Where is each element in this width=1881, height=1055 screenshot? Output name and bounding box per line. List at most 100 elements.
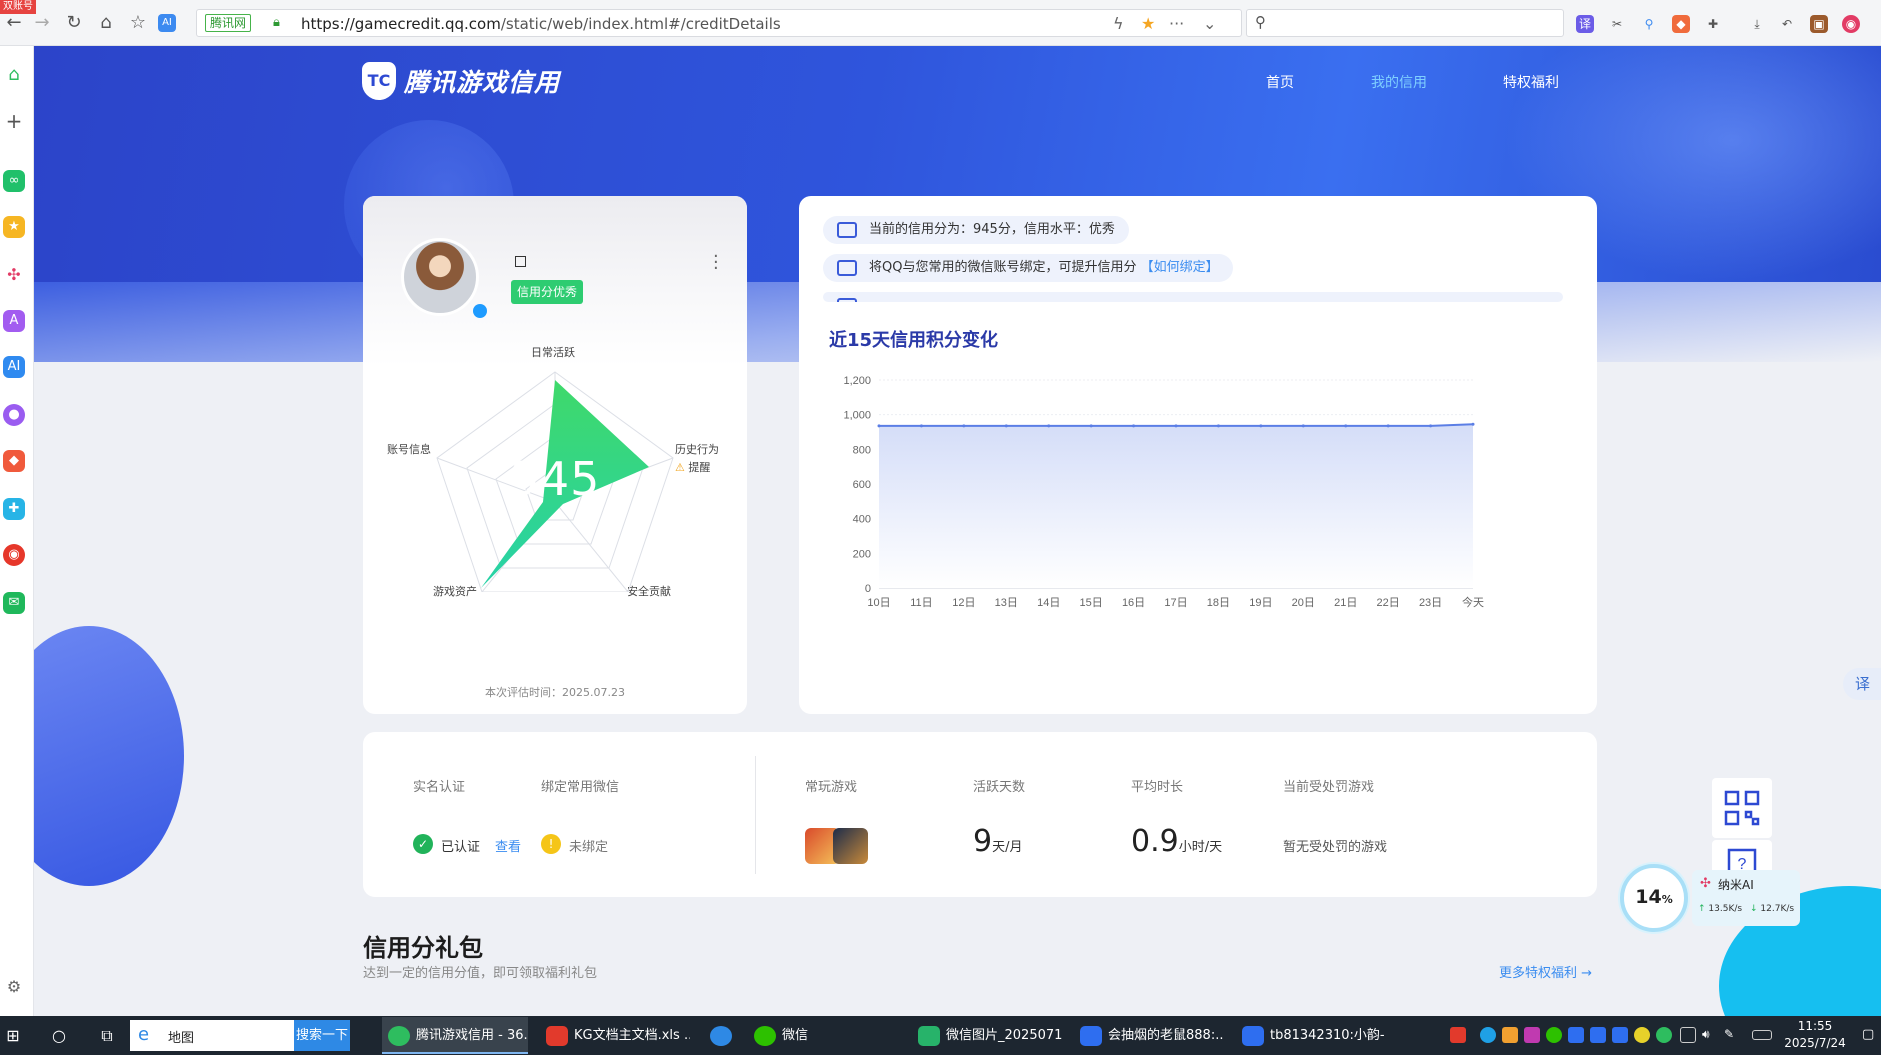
- taskbar-app-search[interactable]: [704, 1017, 738, 1054]
- url-text[interactable]: https://gamecredit.qq.com/static/web/ind…: [301, 15, 781, 33]
- how-to-bind-link[interactable]: 【如何绑定】: [1141, 260, 1219, 275]
- sidebar-mail-icon[interactable]: ✉: [3, 592, 25, 614]
- profile-ext-icon[interactable]: ◉: [1842, 15, 1860, 33]
- tray-pen-icon[interactable]: ✎: [1724, 1027, 1740, 1043]
- tray-shield-icon[interactable]: [1612, 1027, 1628, 1043]
- avatar[interactable]: [401, 238, 479, 316]
- tray-app-icon[interactable]: [1634, 1027, 1650, 1043]
- chart-data-point[interactable]: [877, 424, 881, 428]
- tray-qianniu-icon[interactable]: [1568, 1027, 1584, 1043]
- nav-my-credit[interactable]: 我的信用: [1371, 72, 1427, 92]
- task-view-icon[interactable]: ⧉: [96, 1025, 118, 1047]
- taskbar-app-wechat[interactable]: 微信: [748, 1017, 828, 1054]
- game-ext-icon[interactable]: ◆: [1672, 15, 1690, 33]
- translate-ext-icon[interactable]: 译: [1576, 15, 1594, 33]
- tray-qianniu-icon[interactable]: [1590, 1027, 1606, 1043]
- puzzle-icon[interactable]: ✚: [1704, 15, 1722, 33]
- chart-data-point[interactable]: [1089, 424, 1093, 428]
- scissors-icon[interactable]: ✂: [1608, 15, 1626, 33]
- taskbar-app-qianniu-2[interactable]: tb81342310:小韵-...: [1236, 1017, 1386, 1054]
- lightning-icon[interactable]: ϟ: [1113, 14, 1124, 33]
- chart-data-point[interactable]: [1386, 424, 1390, 428]
- chart-x-tick: 今天: [1462, 595, 1484, 609]
- chart-data-point[interactable]: [919, 424, 923, 428]
- taskbar-app-wps[interactable]: KG文档主文档.xls ...: [540, 1017, 690, 1054]
- back-icon[interactable]: ←: [2, 11, 26, 35]
- sidebar-home-icon[interactable]: ⌂: [3, 64, 25, 86]
- favorites-icon[interactable]: ☆: [126, 11, 150, 35]
- more-options-icon[interactable]: · · ·: [713, 248, 719, 278]
- forward-icon[interactable]: →: [30, 11, 54, 35]
- nav-home[interactable]: 首页: [1266, 72, 1294, 92]
- more-privileges-link[interactable]: 更多特权福利 →: [1499, 962, 1592, 981]
- cortana-icon[interactable]: ○: [48, 1025, 70, 1047]
- chart-x-tick: 12日: [952, 597, 975, 609]
- notice-text: 当前的信用分为：945分，信用水平：优秀: [869, 222, 1115, 237]
- download-icon[interactable]: ⤓: [1748, 15, 1766, 33]
- tray-keyboard-icon[interactable]: [1752, 1030, 1772, 1040]
- taskbar-clock[interactable]: 11:55 2025/7/24: [1780, 1018, 1850, 1052]
- game-peace-elite-icon[interactable]: [833, 828, 868, 864]
- nami-percent: 14%: [1635, 886, 1673, 908]
- sidebar-ai-chat-icon[interactable]: A: [3, 310, 25, 332]
- address-bar[interactable]: 腾讯网 🔒︎ https://gamecredit.qq.com/static/…: [196, 9, 1242, 37]
- windows-start-icon[interactable]: ⊞: [2, 1025, 24, 1047]
- chart-data-point[interactable]: [1132, 424, 1136, 428]
- chart-data-point[interactable]: [1301, 424, 1305, 428]
- chart-data-point[interactable]: [1471, 422, 1475, 426]
- view-realname-link[interactable]: 查看: [495, 836, 521, 855]
- undo-icon[interactable]: ↶: [1778, 15, 1796, 33]
- briefcase-icon[interactable]: ▣: [1810, 15, 1828, 33]
- tray-360-icon[interactable]: [1656, 1027, 1672, 1043]
- translate-float-button[interactable]: 译: [1843, 668, 1881, 700]
- nav-privileges[interactable]: 特权福利: [1503, 72, 1559, 92]
- chart-data-point[interactable]: [1429, 424, 1433, 428]
- chart-data-point[interactable]: [1004, 424, 1008, 428]
- tray-network-icon[interactable]: [1680, 1027, 1696, 1043]
- search-ext-icon[interactable]: ⚲: [1640, 15, 1658, 33]
- sidebar-robot-icon[interactable]: ●: [3, 404, 25, 426]
- tray-volume-icon[interactable]: 🔊︎: [1702, 1027, 1718, 1043]
- sidebar-link-icon[interactable]: ∞: [3, 170, 25, 192]
- taskbar-search-button[interactable]: 搜索一下: [294, 1020, 350, 1051]
- star-icon[interactable]: ★: [1141, 14, 1155, 33]
- chart-data-point[interactable]: [1216, 424, 1220, 428]
- realname-status: 已认证: [441, 840, 481, 855]
- chart-y-tick: 400: [853, 514, 871, 526]
- tray-app-icon[interactable]: [1502, 1027, 1518, 1043]
- notification-icon[interactable]: ▢: [1862, 1027, 1878, 1043]
- sidebar-settings-icon[interactable]: ⚙: [3, 976, 25, 998]
- reload-icon[interactable]: ↻: [62, 11, 86, 35]
- sidebar-ai-icon[interactable]: AI: [3, 356, 25, 378]
- stat-header-wechat: 绑定常用微信: [541, 780, 620, 795]
- chart-data-point[interactable]: [1344, 424, 1348, 428]
- taskbar-app-qianniu-1[interactable]: 会抽烟的老鼠888:...: [1074, 1017, 1224, 1054]
- chart-data-point[interactable]: [1259, 424, 1263, 428]
- chart-data-point[interactable]: [1174, 424, 1178, 428]
- ai-icon[interactable]: AI: [158, 14, 176, 32]
- sidebar-game-icon[interactable]: ◆: [3, 450, 25, 472]
- chart-data-point[interactable]: [962, 424, 966, 428]
- sidebar-nami-icon[interactable]: ✣: [3, 264, 25, 286]
- home-icon[interactable]: ⌂: [94, 11, 118, 35]
- sidebar-weibo-icon[interactable]: ◉: [3, 544, 25, 566]
- chevron-down-icon[interactable]: ⌄: [1203, 14, 1216, 33]
- tray-sogou-icon[interactable]: [1450, 1027, 1466, 1043]
- profile-card: 信用分优秀 · · · 日常活跃 历史行为 ⚠ 提醒 账号信息 游戏资产 安全贡献: [363, 196, 747, 714]
- tray-wechat-icon[interactable]: [1546, 1027, 1562, 1043]
- tray-cloud-icon[interactable]: [1480, 1027, 1496, 1043]
- site-logo[interactable]: TC 腾讯游戏信用: [362, 62, 560, 100]
- chart-data-point[interactable]: [1047, 424, 1051, 428]
- tray-app-icon[interactable]: [1524, 1027, 1540, 1043]
- message-icon: [837, 222, 857, 238]
- browser-search-input[interactable]: ⚲: [1246, 9, 1564, 37]
- sidebar-star-icon[interactable]: ★: [3, 216, 25, 238]
- qr-code-button[interactable]: [1712, 778, 1772, 838]
- sidebar-add-icon[interactable]: +: [3, 110, 25, 132]
- more-icon[interactable]: ···: [1169, 14, 1184, 33]
- taskbar-search-input[interactable]: e 地图: [130, 1020, 294, 1051]
- taskbar-app-image[interactable]: 微信图片_2025071...: [912, 1017, 1062, 1054]
- sidebar-plus-icon[interactable]: ✚: [3, 498, 25, 520]
- nami-ai-widget[interactable]: 14% ✣ 纳米AI ↑ 13.5K/s ↓ 12.7K/s: [1620, 864, 1800, 932]
- taskbar-app-browser[interactable]: 腾讯游戏信用 - 36...: [382, 1017, 528, 1054]
